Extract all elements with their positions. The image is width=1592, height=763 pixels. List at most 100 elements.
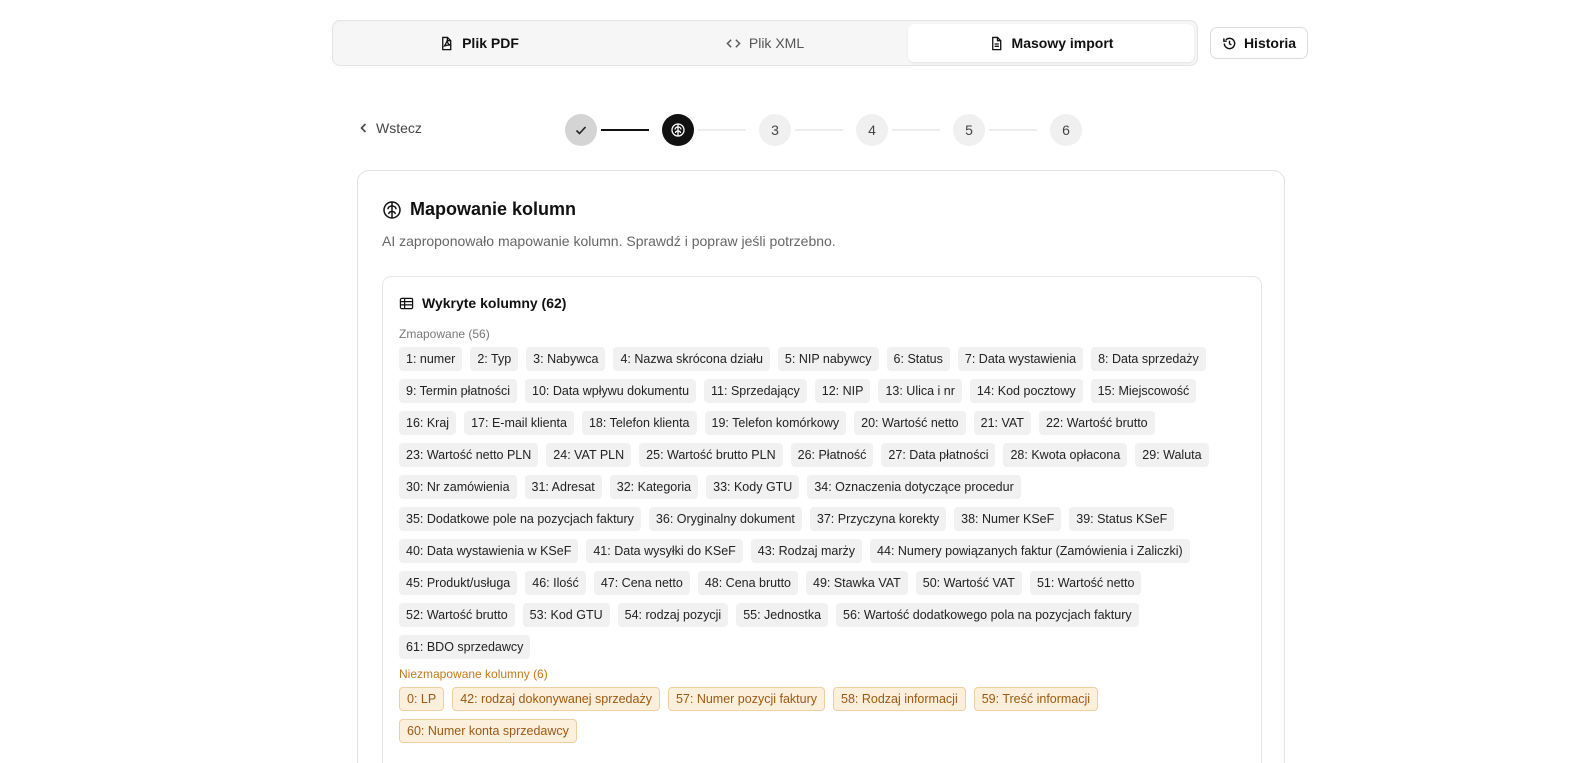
mapped-column-chip: 3: Nabywca <box>526 347 606 371</box>
history-label: Historia <box>1243 35 1297 51</box>
mapped-column-chip: 33: Kody GTU <box>706 475 800 499</box>
tab-xml[interactable]: Plik XML <box>622 24 908 62</box>
brain-icon <box>383 200 401 219</box>
step-6: 6 <box>1050 114 1082 146</box>
detected-columns-title-text: Wykryte kolumny (62) <box>422 295 567 311</box>
mapped-column-chip: 4: Nazwa skrócona działu <box>613 347 770 371</box>
mapped-column-chip: 17: E-mail klienta <box>464 411 574 435</box>
tab-mass-import-label: Masowy import <box>1011 35 1114 51</box>
tab-pdf-label: Plik PDF <box>462 35 519 51</box>
mapped-column-chip: 15: Miejscowość <box>1090 379 1197 403</box>
mapped-column-chip: 51: Wartość netto <box>1029 571 1142 595</box>
card-title-text: Mapowanie kolumn <box>410 199 577 219</box>
unmapped-column-chip: 58: Rodzaj informacji <box>833 687 966 711</box>
mapped-column-chip: 32: Kategoria <box>609 475 699 499</box>
unmapped-column-chip: 42: rodzaj dokonywanej sprzedaży <box>452 687 660 711</box>
mapped-column-chip: 45: Produkt/usługa <box>399 571 518 595</box>
source-tabs: Plik PDF Plik XML Masowy import <box>332 20 1198 66</box>
mapped-column-chip: 43: Rodzaj marży <box>750 539 863 563</box>
mapped-column-chip: 40: Data wystawienia w KSeF <box>399 539 579 563</box>
mapped-column-chip: 55: Jednostka <box>736 603 829 627</box>
mapped-column-chip: 47: Cena netto <box>593 571 690 595</box>
mapped-column-chip: 16: Kraj <box>399 411 457 435</box>
history-icon <box>1223 37 1236 49</box>
card-description: AI zaproponowało mapowanie kolumn. Spraw… <box>382 233 836 249</box>
card-title: Mapowanie kolumn <box>382 199 576 220</box>
chevron-left-icon <box>360 123 367 133</box>
mapped-column-chip: 1: numer <box>399 347 463 371</box>
mapped-column-chip: 8: Data sprzedaży <box>1091 347 1206 371</box>
mapped-column-chip: 27: Data płatności <box>881 443 996 467</box>
tab-mass-import[interactable]: Masowy import <box>908 24 1194 62</box>
mapped-column-chip: 39: Status KSeF <box>1069 507 1175 531</box>
mapped-column-chip: 29: Waluta <box>1135 443 1209 467</box>
mapped-column-chip: 20: Wartość netto <box>854 411 966 435</box>
unmapped-column-chip: 59: Treść informacji <box>973 687 1099 711</box>
back-button[interactable]: Wstecz <box>358 120 422 136</box>
mapped-column-chip: 52: Wartość brutto <box>399 603 515 627</box>
mapped-column-chip: 31: Adresat <box>524 475 602 499</box>
mapped-column-chip: 28: Kwota opłacona <box>1003 443 1128 467</box>
mapped-column-chip: 41: Data wysyłki do KSeF <box>586 539 743 563</box>
unmapped-chips: 0: LP 42: rodzaj dokonywanej sprzedaży 57:… <box>399 687 1249 743</box>
mapped-column-chip: 19: Telefon komórkowy <box>704 411 847 435</box>
tab-pdf[interactable]: Plik PDF <box>336 24 622 62</box>
mapped-column-chip: 50: Wartość VAT <box>915 571 1022 595</box>
mapped-column-chip: 18: Telefon klienta <box>581 411 697 435</box>
mapped-column-chip: 5: NIP nabywcy <box>777 347 879 371</box>
mapped-column-chip: 26: Płatność <box>790 443 874 467</box>
unmapped-label: Niezmapowane kolumny (6) <box>399 667 548 681</box>
mapped-column-chip: 54: rodzaj pozycji <box>617 603 729 627</box>
mapped-column-chip: 61: BDO sprzedawcy <box>399 635 531 659</box>
mapped-column-chip: 34: Oznaczenia dotyczące procedur <box>807 475 1021 499</box>
file-pdf-icon <box>442 36 453 50</box>
history-button[interactable]: Historia <box>1210 27 1308 59</box>
detected-columns-title: Wykryte kolumny (62) <box>399 295 566 311</box>
file-text-icon <box>991 36 1001 50</box>
mapped-column-chip: 35: Dodatkowe pole na pozycjach faktury <box>399 507 641 531</box>
mapped-column-chip: 11: Sprzedający <box>704 379 807 403</box>
mapped-label: Zmapowane (56) <box>399 327 490 341</box>
detected-columns-panel: Wykryte kolumny (62) Zmapowane (56) 1: n… <box>382 276 1262 763</box>
brain-icon <box>671 123 685 137</box>
unmapped-column-chip: 60: Numer konta sprzedawcy <box>399 719 577 743</box>
mapped-column-chip: 21: VAT <box>973 411 1031 435</box>
step-connector <box>989 129 1037 131</box>
step-3: 3 <box>759 114 791 146</box>
mapped-column-chip: 30: Nr zamówienia <box>399 475 517 499</box>
mapped-column-chip: 22: Wartość brutto <box>1038 411 1155 435</box>
mapped-column-chip: 53: Kod GTU <box>522 603 610 627</box>
mapped-column-chip: 46: Ilość <box>525 571 586 595</box>
mapped-column-chip: 25: Wartość brutto PLN <box>639 443 783 467</box>
mapped-column-chip: 49: Stawka VAT <box>806 571 908 595</box>
step-2-current <box>662 114 694 146</box>
mapped-column-chip: 44: Numery powiązanych faktur (Zamówieni… <box>870 539 1190 563</box>
mapped-column-chip: 14: Kod pocztowy <box>969 379 1083 403</box>
step-4: 4 <box>856 114 888 146</box>
mapped-column-chip: 38: Numer KSeF <box>954 507 1062 531</box>
step-5: 5 <box>953 114 985 146</box>
code-icon <box>726 38 741 48</box>
step-connector <box>698 129 746 131</box>
mapped-column-chip: 24: VAT PLN <box>546 443 632 467</box>
mapped-column-chip: 23: Wartość netto PLN <box>399 443 539 467</box>
mapped-column-chip: 12: NIP <box>814 379 871 403</box>
mapped-column-chip: 9: Termin płatności <box>399 379 517 403</box>
mapped-column-chip: 13: Ulica i nr <box>878 379 962 403</box>
mapped-column-chip: 48: Cena brutto <box>697 571 798 595</box>
mapped-column-chip: 36: Oryginalny dokument <box>648 507 802 531</box>
mapped-column-chip: 6: Status <box>886 347 950 371</box>
unmapped-column-chip: 57: Numer pozycji faktury <box>667 687 825 711</box>
mapped-column-chip: 56: Wartość dodatkowego pola na pozycjac… <box>836 603 1139 627</box>
step-connector <box>892 129 940 131</box>
mapped-column-chip: 10: Data wpływu dokumentu <box>525 379 697 403</box>
mapped-column-chip: 7: Data wystawienia <box>957 347 1084 371</box>
check-icon <box>575 126 587 135</box>
step-connector <box>795 129 843 131</box>
mapped-column-chip: 2: Typ <box>470 347 519 371</box>
mapped-column-chip: 37: Przyczyna korekty <box>809 507 947 531</box>
tab-xml-label: Plik XML <box>748 35 805 51</box>
unmapped-column-chip: 0: LP <box>399 687 445 711</box>
column-mapping-card: Mapowanie kolumn AI zaproponowało mapowa… <box>357 170 1285 763</box>
table-icon <box>399 297 414 309</box>
